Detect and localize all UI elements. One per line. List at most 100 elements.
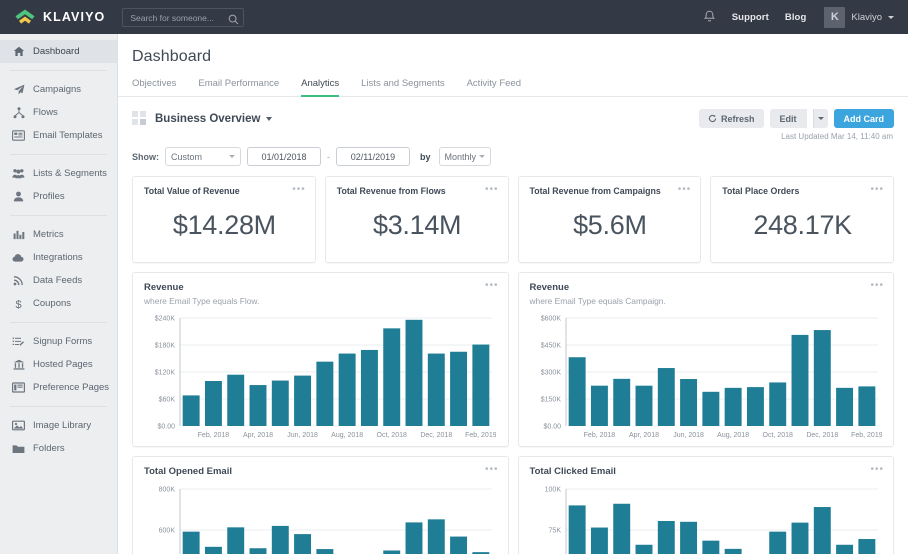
sidebar-item-signup-forms[interactable]: Signup Forms [0,330,117,353]
bar[interactable] [701,540,719,554]
blog-link[interactable]: Blog [785,12,807,23]
bar[interactable] [768,382,786,426]
bar[interactable] [835,544,853,554]
bar[interactable] [857,386,875,426]
bar[interactable] [427,353,445,426]
chart-card-revenue-campaign[interactable]: Revenue ••• where Email Type equals Camp… [517,272,894,447]
bar[interactable] [271,380,289,426]
tab-lists-and-segments[interactable]: Lists and Segments [361,78,444,96]
bar[interactable] [383,328,401,426]
tab-activity-feed[interactable]: Activity Feed [467,78,521,96]
range-preset-select[interactable]: Custom [165,147,241,166]
sidebar-item-integrations[interactable]: Integrations [0,246,117,269]
bar[interactable] [679,521,697,554]
bar[interactable] [568,505,586,554]
bar[interactable] [249,385,267,426]
tab-email-performance[interactable]: Email Performance [198,78,279,96]
chart-card-total-opened-email[interactable]: Total Opened Email ••• 400K600K800K [132,456,509,554]
sidebar-item-coupons[interactable]: $ Coupons [0,292,117,315]
kpi-card-total-value-of-revenue[interactable]: Total Value of Revenue ••• $14.28M [132,176,316,263]
bar[interactable] [568,357,586,426]
interval-select[interactable]: Monthly [438,147,491,166]
card-menu-icon[interactable]: ••• [870,281,884,291]
chart-card-revenue-flow[interactable]: Revenue ••• where Email Type equals Flow… [132,272,509,447]
sidebar-item-data-feeds[interactable]: Data Feeds [0,269,117,292]
bar[interactable] [472,344,490,426]
bar[interactable] [204,381,222,426]
start-date-input[interactable]: 01/01/2018 [247,147,321,166]
bar[interactable] [635,385,652,426]
kpi-card-total-revenue-from-campaigns[interactable]: Total Revenue from Campaigns ••• $5.6M [517,176,702,263]
sidebar-item-folders[interactable]: Folders [0,437,117,460]
bar[interactable] [857,539,875,554]
add-card-button[interactable]: Add Card [833,109,894,128]
bar[interactable] [679,379,697,426]
notifications-bell-icon[interactable] [703,10,716,24]
card-menu-icon[interactable]: ••• [870,465,884,475]
bar[interactable] [271,525,289,554]
bar[interactable] [450,536,468,554]
bar[interactable] [294,375,312,426]
bar[interactable] [360,349,378,426]
bar[interactable] [835,387,853,426]
bar[interactable] [427,519,445,554]
account-menu[interactable]: K Klaviyo [824,6,894,28]
search-icon[interactable] [228,12,239,24]
chart-card-total-clicked-email[interactable]: Total Clicked Email ••• 50K75K100K [517,456,894,554]
bar[interactable] [724,387,742,426]
bar[interactable] [227,374,245,426]
sidebar-item-image-library[interactable]: Image Library [0,414,117,437]
bar[interactable] [612,503,630,554]
sidebar-item-metrics[interactable]: Metrics [0,223,117,246]
bar[interactable] [791,522,808,554]
bar[interactable] [450,351,468,426]
bar[interactable] [768,531,786,554]
bar[interactable] [316,361,334,426]
bar[interactable] [746,387,764,426]
card-menu-icon[interactable]: ••• [485,185,499,195]
chevron-down-icon[interactable] [266,116,273,121]
card-menu-icon[interactable]: ••• [292,185,306,195]
brand-logo[interactable]: KLAVIYO [14,8,105,26]
kpi-card-total-place-orders[interactable]: Total Place Orders ••• 248.17K [710,176,894,263]
bar[interactable] [701,391,719,426]
kpi-card-total-revenue-from-flows[interactable]: Total Revenue from Flows ••• $3.14M [324,176,509,263]
sidebar-item-lists-segments[interactable]: Lists & Segments [0,162,117,185]
support-link[interactable]: Support [732,12,769,23]
sidebar-item-profiles[interactable]: Profiles [0,185,117,208]
card-menu-icon[interactable]: ••• [870,185,884,195]
bar[interactable] [182,531,200,554]
bar[interactable] [294,534,312,554]
dashboard-name[interactable]: Business Overview [155,113,260,125]
bar[interactable] [590,385,608,426]
bar[interactable] [724,548,742,554]
sidebar-item-flows[interactable]: Flows [0,101,117,124]
search-input[interactable] [122,8,245,27]
sidebar-item-preference-pages[interactable]: Preference Pages [0,376,117,399]
bar[interactable] [612,378,630,426]
bar[interactable] [204,546,222,554]
bar[interactable] [316,549,334,554]
bar[interactable] [383,550,401,554]
bar[interactable] [791,334,808,426]
edit-button[interactable]: Edit [769,109,807,128]
bar[interactable] [635,544,652,554]
end-date-input[interactable]: 02/11/2019 [336,147,410,166]
sidebar-item-dashboard[interactable]: Dashboard [0,40,117,63]
bar[interactable] [227,527,245,554]
bar[interactable] [405,319,423,426]
sidebar-item-campaigns[interactable]: Campaigns [0,78,117,101]
bar[interactable] [590,527,608,554]
bar[interactable] [249,548,267,554]
bar[interactable] [338,353,356,426]
bar[interactable] [813,507,831,554]
sidebar-item-email-templates[interactable]: Email Templates [0,124,117,147]
card-menu-icon[interactable]: ••• [485,465,499,475]
bar[interactable] [813,330,831,426]
bar[interactable] [657,368,675,426]
bar[interactable] [657,520,675,554]
card-menu-icon[interactable]: ••• [678,185,692,195]
card-menu-icon[interactable]: ••• [485,281,499,291]
bar[interactable] [182,395,200,426]
edit-dropdown-button[interactable] [812,109,828,128]
